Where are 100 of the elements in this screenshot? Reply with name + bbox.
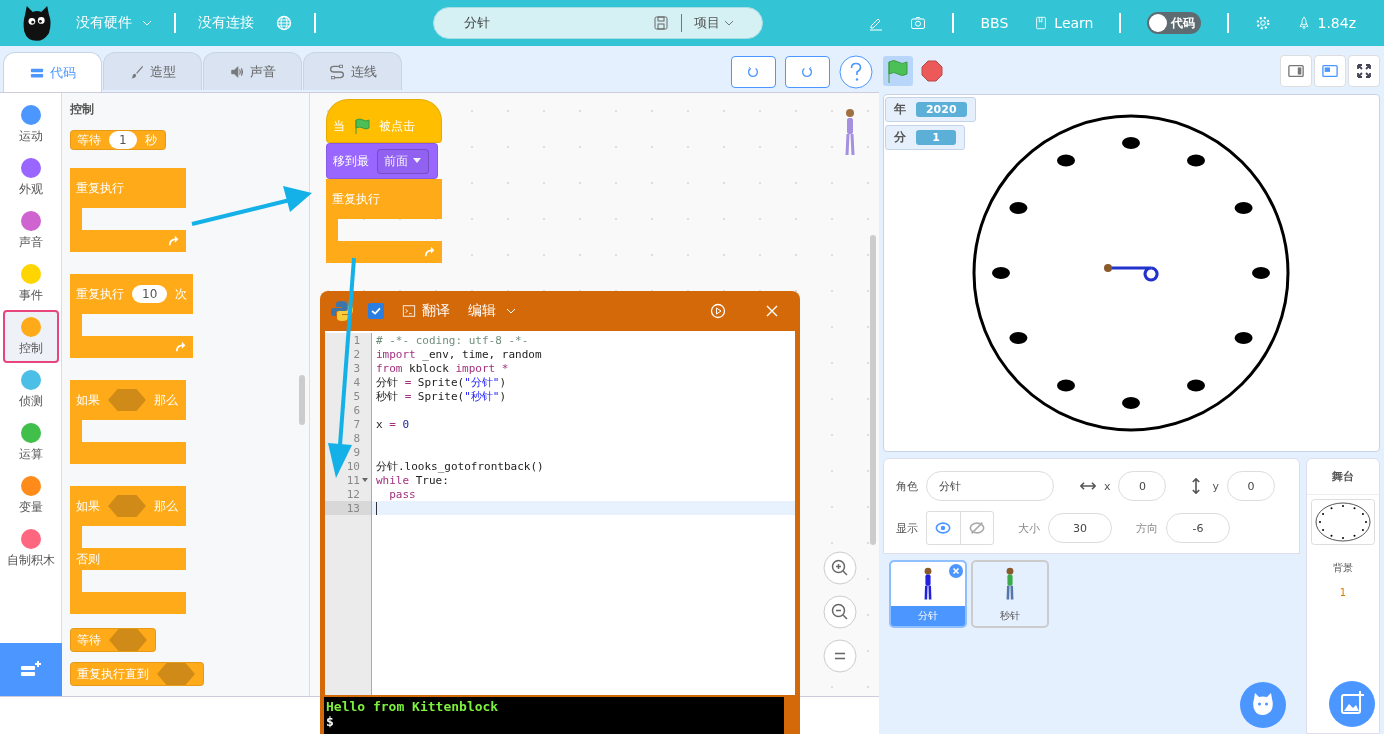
project-name: 分针 [464,14,491,32]
rocket-icon [1297,16,1312,30]
redo-icon [800,65,815,79]
category-label: 自制积木 [6,551,55,569]
monitor-value: 2020 [915,102,967,117]
loop-arrow-icon [168,235,180,247]
category-item[interactable]: 外观 [2,151,59,204]
help-icon[interactable] [838,55,873,89]
block-label: 那么 [154,497,178,515]
line-number: 7 [353,417,360,431]
code-window-menu[interactable]: 编辑 [468,302,516,320]
delete-icon[interactable] [948,564,963,578]
code-line: pass [388,487,416,501]
monitor-value: 1 [915,130,956,145]
category-item[interactable]: 声音 [2,204,59,257]
sprite-name: 秒针 [998,609,1021,623]
zoom-in-icon[interactable] [822,551,857,585]
code-window-menu[interactable]: 翻译 [402,302,450,320]
category-label: 运算 [18,445,43,463]
editor-tab[interactable]: 连线 [303,52,402,90]
code-line: 秒针 = Sprite("秒针") [376,388,507,404]
undo-icon [746,65,761,79]
stage-panel[interactable]: 舞台 背景 1 [1306,458,1380,734]
extension-button[interactable] [0,643,62,696]
fullscreen-button[interactable] [1348,55,1380,87]
block-label: 等待 [77,631,101,649]
camera-icon[interactable] [910,15,927,31]
show-label: 显示 [895,520,918,536]
globe-icon[interactable] [276,15,292,31]
category-item[interactable]: 运动 [2,98,59,151]
category-item[interactable]: 侦测 [2,363,59,416]
editor-tab[interactable]: 造型 [103,52,202,90]
direction-field[interactable]: -6 [1165,513,1230,543]
zoom-reset-icon[interactable] [822,639,857,673]
redo-button[interactable] [784,56,830,88]
line-number: 9 [353,445,360,459]
code-line: x = 0 [376,417,410,431]
add-backdrop-icon[interactable] [1329,681,1375,727]
sprite-tile[interactable]: 秒针 [970,560,1049,628]
code-block[interactable]: 移到最 前面 [326,143,438,179]
undo-button[interactable] [730,56,776,88]
small-stage-icon [1288,63,1304,79]
monitor-label: 年 [893,101,906,118]
block-label: 重复执行直到 [77,665,149,683]
category-item[interactable]: 自制积木 [2,522,59,575]
flag-icon[interactable] [882,56,913,86]
python-logo-icon [330,299,354,323]
line-number: 8 [353,431,360,445]
fold-arrow-icon[interactable] [362,478,368,482]
palette-title: 控制 [70,101,94,118]
zoom-out-icon[interactable] [822,595,857,629]
x-field[interactable]: 0 [1118,471,1167,501]
settings-icon[interactable] [1255,15,1272,31]
number-input[interactable]: 1 [109,131,137,149]
category-item[interactable]: 控制 [2,310,59,363]
small-stage-button[interactable] [1280,55,1312,87]
category-label: 控制 [18,339,43,357]
large-stage-icon [1322,63,1338,79]
backdrop-label: 背景 [1333,561,1353,575]
category-item[interactable]: 事件 [2,257,59,310]
category-item[interactable]: 变量 [2,469,59,522]
category-label: 声音 [18,233,43,251]
line-number: 4 [353,375,360,389]
editor-tab[interactable]: 声音 [203,52,302,90]
line-number: 6 [353,403,360,417]
category-label: 变量 [18,498,43,516]
code-toggle[interactable]: 代码 [1147,12,1202,34]
loop-arrow-icon [424,246,436,258]
size-field[interactable]: 30 [1047,513,1112,543]
block-label: 秒 [144,131,157,149]
code-block[interactable]: 重复执行 10 次 [70,274,194,358]
block-label: 重复执行 [332,190,380,208]
code-block[interactable]: 等待 1 秒 [70,130,166,150]
code-line: 分针 = Sprite("分针") [376,374,507,390]
category-item[interactable]: 运算 [2,416,59,469]
save-icon[interactable] [653,15,669,31]
project-name-field[interactable]: 分针 项目 [433,7,763,39]
console-line: Hello from Kittenblock [326,699,499,714]
close-icon[interactable] [764,303,780,319]
block-label: 当 [333,117,345,135]
add-sprite-icon[interactable] [1240,682,1286,728]
chevron-down-icon [506,308,516,314]
dropdown-menu[interactable]: 前面 [377,148,429,174]
sprite-name: 分针 [916,609,939,623]
direction-label: 方向 [1135,520,1158,536]
line-number: 12 [346,487,360,501]
block-label: 否则 [76,550,100,568]
project-menu[interactable]: 项目 [694,14,734,32]
category-label: 外观 [18,180,43,198]
stop-icon[interactable] [920,60,943,82]
number-input[interactable]: 10 [132,285,168,303]
run-icon[interactable] [710,303,726,319]
checkbox[interactable] [368,303,384,319]
code-line: # -*- coding: utf-8 -*- [376,333,529,347]
y-field[interactable]: 0 [1227,471,1275,501]
code-editor[interactable]: 1 2 3 4 5 6 7 8 9 10 11 12 13 # -*- coding: utf-8 -*- import _env, time, random from kblock import * 分针 = Sprite("分针") 秒针 = Sprite("秒针") x = 0 分针.looks_gotofrontback() while True: pass [325,331,795,695]
sprite-name-field[interactable]: 分针 [925,471,1054,501]
code-line: 分针.looks_gotofrontback() [376,458,544,474]
line-number: 13 [346,501,360,515]
code-line: from kblock import * [376,361,509,375]
